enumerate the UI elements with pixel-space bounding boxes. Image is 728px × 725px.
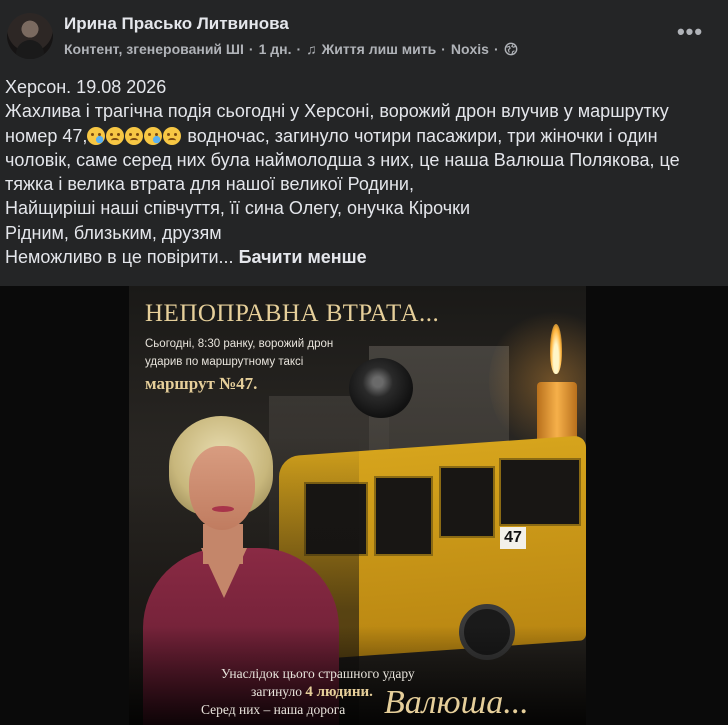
post-text-line: Рідним, близьким, друзям xyxy=(5,222,222,243)
bus-window xyxy=(439,466,495,538)
globe-icon[interactable] xyxy=(504,42,518,56)
black-rose xyxy=(349,358,413,418)
see-less-link[interactable]: Бачити менше xyxy=(239,247,367,267)
more-options-icon[interactable]: ••• xyxy=(672,20,708,48)
music-note-icon: ♫ xyxy=(306,41,317,57)
meta-separator: · xyxy=(248,41,254,57)
meta-separator: · xyxy=(493,41,499,57)
memorial-subtitle: Сьогодні, 8:30 ранку, ворожий дрон xyxy=(145,338,334,350)
post-header: Ирина Прасько Литвинова Контент, згенеро… xyxy=(0,0,728,70)
meta-separator: · xyxy=(296,41,302,57)
post-text-line: чоловік, саме серед них була наймолодша … xyxy=(5,149,680,170)
disappointed-face-emoji xyxy=(125,126,144,145)
post-text: Херсон. 19.08 2026 Жахлива і трагічна по… xyxy=(5,75,721,269)
bus-window xyxy=(374,476,433,556)
downcast-face-emoji xyxy=(163,126,182,145)
post-text-line: тяжка і велика втрата для нашої великої … xyxy=(5,174,414,195)
bus-route-number: 47 xyxy=(500,527,526,549)
post-text-line: Найщиріші наші співчуття, її сина Олегу,… xyxy=(5,198,471,219)
post-text-line: номер 47, водночас, загинуло чотири паса… xyxy=(5,124,721,148)
memorial-caption: Унаслідок цього страшного удару xyxy=(221,666,415,681)
post-text-fragment: Неможливо в це повірити... xyxy=(5,247,234,268)
bus-windshield xyxy=(499,458,581,526)
portrait-face xyxy=(189,446,255,530)
memorial-route: маршрут №47. xyxy=(145,374,258,393)
caption-fragment: загинуло xyxy=(251,684,302,699)
post-text-line: Жахлива і трагічна подія сьогодні у Херс… xyxy=(5,101,669,122)
post-image-container[interactable]: 47 НЕПОПРАВНА ВТРАТА... Сьогодні, 8:30 р… xyxy=(0,286,728,725)
song-artist[interactable]: Noxis xyxy=(451,41,489,57)
memorial-caption: загинуло 4 людини. xyxy=(251,684,373,701)
candle-flame xyxy=(550,324,562,374)
meta-separator: · xyxy=(441,41,446,57)
ai-content-label[interactable]: Контент, згенерований ШІ xyxy=(64,41,244,57)
post-text-fragment: водночас, загинуло чотири пасажири, три … xyxy=(182,125,658,146)
song-title[interactable]: Життя лиш мить xyxy=(322,41,437,57)
sad-face-emoji xyxy=(106,126,125,145)
post-text-line: Неможливо в це повірити... Бачити менше xyxy=(5,245,721,269)
post-image[interactable]: 47 НЕПОПРАВНА ВТРАТА... Сьогодні, 8:30 р… xyxy=(129,286,586,725)
post-text-fragment: номер 47, xyxy=(5,125,88,146)
memorial-title: НЕПОПРАВНА ВТРАТА... xyxy=(145,300,440,327)
memorial-subtitle: ударив по маршрутному таксі xyxy=(145,356,304,368)
avatar[interactable] xyxy=(7,13,53,59)
loudly-crying-face-emoji xyxy=(144,126,163,145)
post-text-line: Херсон. 19.08 2026 xyxy=(5,77,167,97)
post-meta: Контент, згенерований ШІ · 1 дн. · ♫ Жит… xyxy=(64,41,518,57)
caption-count: 4 людини. xyxy=(305,684,373,700)
post-timestamp[interactable]: 1 дн. xyxy=(259,41,292,57)
crying-face-emoji xyxy=(87,126,106,145)
portrait-lips xyxy=(212,506,234,512)
memorial-signature: Валюша... xyxy=(384,684,529,721)
post-author-name[interactable]: Ирина Прасько Литвинова xyxy=(64,14,289,34)
memorial-caption: Серед них – наша дорога xyxy=(201,702,346,717)
